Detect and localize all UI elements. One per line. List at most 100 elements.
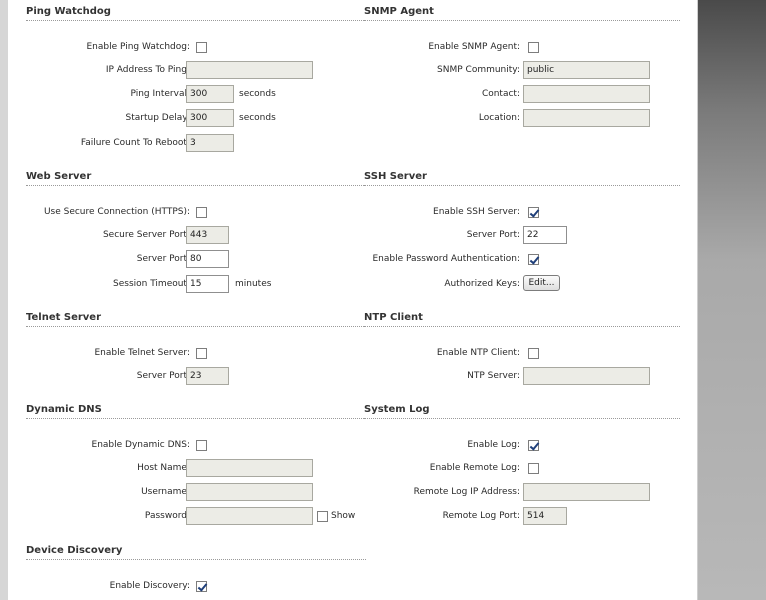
field-label: Host Name: bbox=[137, 463, 190, 473]
field-label: Failure Count To Reboot: bbox=[80, 138, 190, 148]
ddns-password-input[interactable] bbox=[186, 507, 313, 525]
field-label: Enable SNMP Agent: bbox=[428, 42, 520, 52]
snmp-contact-input[interactable] bbox=[523, 85, 650, 103]
snmp-community-input[interactable]: public bbox=[523, 61, 650, 79]
ntp-client-section: NTP Client Enable NTP Client: NTP Server… bbox=[364, 312, 680, 392]
field-label: Server Port: bbox=[136, 371, 190, 381]
section-title: Telnet Server bbox=[26, 312, 102, 323]
session-timeout-row: Session Timeout: 15 minutes bbox=[26, 275, 366, 295]
edit-keys-button[interactable]: Edit... bbox=[523, 275, 560, 291]
ping-ip-row: IP Address To Ping: bbox=[26, 61, 366, 81]
ntp-server-row: NTP Server: bbox=[364, 367, 680, 387]
section-title: SNMP Agent bbox=[364, 6, 434, 17]
section-divider bbox=[364, 20, 680, 21]
telnet-port-input[interactable]: 23 bbox=[186, 367, 229, 385]
field-label: Enable SSH Server: bbox=[433, 207, 520, 217]
telnet-enable-row: Enable Telnet Server: bbox=[26, 344, 366, 364]
device-discovery-section: Device Discovery Enable Discovery: bbox=[26, 545, 366, 600]
session-timeout-input[interactable]: 15 bbox=[186, 275, 229, 293]
telnet-enable-checkbox[interactable] bbox=[196, 348, 207, 359]
remote-log-row: Enable Remote Log: bbox=[364, 459, 680, 479]
password-auth-row: Enable Password Authentication: bbox=[364, 250, 680, 270]
field-label: Authorized Keys: bbox=[444, 279, 520, 289]
field-label: NTP Server: bbox=[467, 371, 520, 381]
authorized-keys-row: Authorized Keys: Edit... bbox=[364, 275, 680, 295]
field-label: Enable NTP Client: bbox=[436, 348, 520, 358]
field-label: Enable Remote Log: bbox=[429, 463, 520, 473]
https-row: Use Secure Connection (HTTPS): bbox=[26, 203, 366, 223]
section-divider bbox=[26, 20, 366, 21]
remote-log-port-input[interactable]: 514 bbox=[523, 507, 567, 525]
ddns-host-input[interactable] bbox=[186, 459, 313, 477]
remote-log-checkbox[interactable] bbox=[528, 463, 539, 474]
log-enable-checkbox[interactable] bbox=[528, 440, 539, 451]
section-title: Dynamic DNS bbox=[26, 404, 102, 415]
section-divider bbox=[364, 418, 680, 419]
web-port-input[interactable]: 80 bbox=[186, 250, 229, 268]
snmp-enable-row: Enable SNMP Agent: bbox=[364, 38, 680, 58]
failure-count-row: Failure Count To Reboot: 3 bbox=[26, 134, 366, 154]
remote-log-ip-input[interactable] bbox=[523, 483, 650, 501]
https-checkbox[interactable] bbox=[196, 207, 207, 218]
field-label: Enable Log: bbox=[467, 440, 520, 450]
ddns-password-row: Password: Show bbox=[26, 507, 366, 527]
snmp-contact-row: Contact: bbox=[364, 85, 680, 105]
ssh-enable-checkbox[interactable] bbox=[528, 207, 539, 218]
field-label: SNMP Community: bbox=[437, 65, 520, 75]
field-label: Enable Dynamic DNS: bbox=[91, 440, 190, 450]
field-label: Session Timeout: bbox=[113, 279, 190, 289]
ssh-port-input[interactable]: 22 bbox=[523, 226, 567, 244]
show-password-checkbox[interactable] bbox=[317, 511, 328, 522]
log-enable-row: Enable Log: bbox=[364, 436, 680, 456]
password-auth-checkbox[interactable] bbox=[528, 254, 539, 265]
snmp-community-row: SNMP Community: public bbox=[364, 61, 680, 81]
ping-interval-row: Ping Interval: 300 seconds bbox=[26, 85, 366, 105]
discovery-enable-row: Enable Discovery: bbox=[26, 577, 366, 597]
ssh-enable-row: Enable SSH Server: bbox=[364, 203, 680, 223]
field-label: Startup Delay: bbox=[125, 113, 190, 123]
ntp-server-input[interactable] bbox=[523, 367, 650, 385]
field-label: Secure Server Port: bbox=[102, 230, 190, 240]
section-divider bbox=[26, 326, 366, 327]
ssh-port-row: Server Port: 22 bbox=[364, 226, 680, 246]
system-log-section: System Log Enable Log: Enable Remote Log… bbox=[364, 404, 680, 529]
startup-delay-input[interactable]: 300 bbox=[186, 109, 234, 127]
show-password-label: Show bbox=[331, 511, 356, 521]
field-label: Enable Ping Watchdog: bbox=[86, 42, 190, 52]
telnet-server-section: Telnet Server Enable Telnet Server: Serv… bbox=[26, 312, 366, 392]
section-divider bbox=[364, 326, 680, 327]
ping-ip-input[interactable] bbox=[186, 61, 313, 79]
ddns-username-input[interactable] bbox=[186, 483, 313, 501]
field-label: Enable Password Authentication: bbox=[372, 254, 520, 264]
section-divider bbox=[26, 559, 366, 560]
snmp-location-input[interactable] bbox=[523, 109, 650, 127]
ntp-enable-checkbox[interactable] bbox=[528, 348, 539, 359]
field-label: Location: bbox=[478, 113, 520, 123]
ddns-host-row: Host Name: bbox=[26, 459, 366, 479]
startup-delay-row: Startup Delay: 300 seconds bbox=[26, 109, 366, 129]
ping-interval-input[interactable]: 300 bbox=[186, 85, 234, 103]
field-label: Username: bbox=[141, 487, 190, 497]
section-divider bbox=[26, 418, 366, 419]
field-label: Enable Telnet Server: bbox=[94, 348, 190, 358]
ping-watchdog-enable-checkbox[interactable] bbox=[196, 42, 207, 53]
field-label: Use Secure Connection (HTTPS): bbox=[43, 207, 190, 217]
secure-port-row: Secure Server Port: 443 bbox=[26, 226, 366, 246]
dynamic-dns-section: Dynamic DNS Enable Dynamic DNS: Host Nam… bbox=[26, 404, 366, 529]
ddns-enable-row: Enable Dynamic DNS: bbox=[26, 436, 366, 456]
field-label: Password: bbox=[144, 511, 190, 521]
ddns-username-row: Username: bbox=[26, 483, 366, 503]
section-title: Device Discovery bbox=[26, 545, 123, 556]
snmp-agent-section: SNMP Agent Enable SNMP Agent: SNMP Commu… bbox=[364, 6, 680, 136]
failure-count-input[interactable]: 3 bbox=[186, 134, 234, 152]
discovery-enable-checkbox[interactable] bbox=[196, 581, 207, 592]
remote-log-port-row: Remote Log Port: 514 bbox=[364, 507, 680, 527]
secure-port-input[interactable]: 443 bbox=[186, 226, 229, 244]
snmp-enable-checkbox[interactable] bbox=[528, 42, 539, 53]
section-title: System Log bbox=[364, 404, 430, 415]
unit-label: minutes bbox=[235, 279, 272, 289]
section-divider bbox=[26, 185, 366, 186]
section-title: Web Server bbox=[26, 171, 92, 182]
ddns-enable-checkbox[interactable] bbox=[196, 440, 207, 451]
field-label: Server Port: bbox=[136, 254, 190, 264]
